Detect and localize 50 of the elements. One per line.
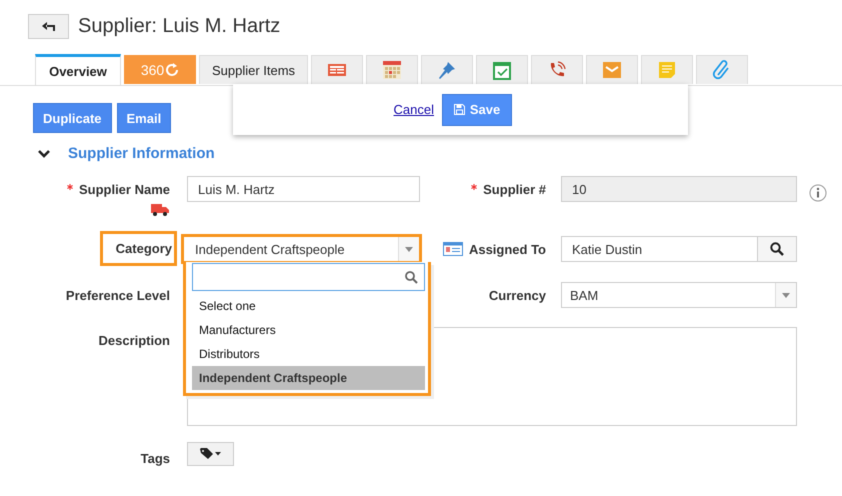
dropdown-option[interactable]: Manufacturers: [192, 318, 425, 342]
dropdown-option[interactable]: Distributors: [192, 342, 425, 366]
field-label: Currency: [488, 288, 546, 303]
calendar-check-icon-tab[interactable]: [476, 55, 528, 84]
supplier-name-field[interactable]: Luis M. Hartz: [187, 176, 420, 202]
calendar-icon: [382, 60, 402, 80]
envelope-icon: [602, 61, 622, 79]
field-label: Supplier #: [471, 182, 546, 197]
search-icon: [770, 242, 784, 256]
paperclip-icon-tab[interactable]: [696, 55, 748, 84]
section-title: Supplier Information: [68, 145, 215, 162]
dropdown-option[interactable]: Select one: [192, 294, 425, 318]
pushpin-icon: [437, 60, 457, 80]
dropdown-search-field[interactable]: [192, 263, 425, 291]
search-button[interactable]: [757, 237, 796, 261]
assigned-to-field[interactable]: Katie Dustin: [561, 236, 797, 262]
field-label: Assigned To: [468, 242, 546, 257]
back-button[interactable]: [28, 14, 69, 39]
field-label: Description: [98, 333, 170, 348]
refresh-icon: [165, 63, 180, 77]
tag-icon: [200, 448, 222, 460]
truck-icon: [150, 203, 170, 217]
chevron-down-icon[interactable]: [38, 148, 50, 158]
field-label: Preference Level: [66, 288, 170, 303]
dropdown-option[interactable]: Independent Craftspeople: [192, 366, 425, 390]
tab[interactable]: Overview: [35, 54, 121, 85]
calendar-check-icon: [492, 60, 512, 80]
news-icon-tab[interactable]: [311, 55, 363, 84]
search-icon: [405, 270, 418, 284]
back-arrow-icon: [42, 22, 56, 32]
tab[interactable]: Supplier Items: [199, 55, 308, 84]
page-title: Supplier: Luis M. Hartz: [78, 15, 280, 38]
tags-button[interactable]: [187, 442, 234, 466]
caret-icon: [782, 292, 790, 298]
field-label: Tags: [140, 451, 170, 466]
category-select[interactable]: Independent Craftspeople: [183, 236, 420, 262]
newspaper-icon: [327, 62, 347, 78]
calendar-icon-tab[interactable]: [366, 55, 418, 84]
field-label: Supplier Name: [66, 182, 170, 197]
supplier-number-field: 10: [561, 176, 797, 202]
cancel-link[interactable]: Cancel: [394, 102, 434, 117]
caret-icon: [405, 246, 413, 252]
phone-icon-tab[interactable]: [531, 55, 583, 84]
currency-select[interactable]: BAM: [561, 282, 797, 308]
sticky-note-icon: [657, 60, 677, 80]
field-label: Category: [102, 234, 174, 263]
pin-icon-tab[interactable]: [421, 55, 473, 84]
id-card-icon: [442, 242, 463, 256]
envelope-icon-tab[interactable]: [586, 55, 638, 84]
info-icon[interactable]: [809, 184, 827, 202]
